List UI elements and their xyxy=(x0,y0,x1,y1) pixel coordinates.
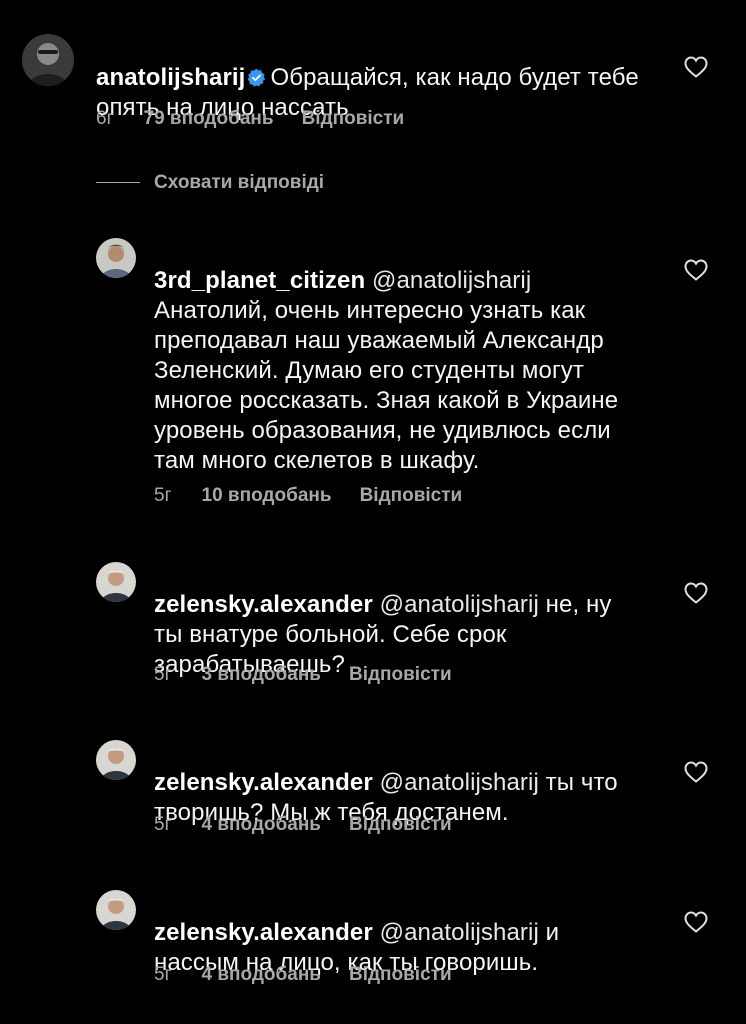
reply-likes[interactable]: 4 вподобань xyxy=(202,814,321,835)
reply-mention[interactable]: @anatolijsharij xyxy=(380,591,539,618)
avatar[interactable] xyxy=(96,740,136,780)
reply-username[interactable]: zelensky.alexander xyxy=(154,769,373,796)
comment-likes[interactable]: 79 вподобань xyxy=(144,108,274,129)
reply-meta: 5г 3 вподобань Відповісти xyxy=(154,664,480,686)
reply-username[interactable]: zelensky.alexander xyxy=(154,919,373,946)
heart-outline-icon[interactable] xyxy=(684,56,708,78)
reply-time[interactable]: 5г xyxy=(154,964,172,985)
reply-mention[interactable]: @anatolijsharij xyxy=(372,267,531,294)
reply-likes[interactable]: 10 вподобань xyxy=(202,485,332,506)
reply-button[interactable]: Відповісти xyxy=(360,485,463,506)
reply-time[interactable]: 5г xyxy=(154,664,172,685)
reply-button[interactable]: Відповісти xyxy=(349,664,452,685)
reply-meta: 5г 10 вподобань Відповісти xyxy=(154,485,490,507)
avatar[interactable] xyxy=(96,562,136,602)
reply-likes[interactable]: 3 вподобань xyxy=(202,664,321,685)
heart-outline-icon[interactable] xyxy=(684,761,708,783)
reply-likes[interactable]: 4 вподобань xyxy=(202,964,321,985)
heart-outline-icon[interactable] xyxy=(684,582,708,604)
reply-mention[interactable]: @anatolijsharij xyxy=(380,919,539,946)
comment-time[interactable]: 6г xyxy=(96,108,114,129)
avatar[interactable] xyxy=(22,34,74,86)
reply-time[interactable]: 5г xyxy=(154,485,172,506)
comment-meta: 6г 79 вподобань Відповісти xyxy=(96,108,432,130)
reply-button[interactable]: Відповісти xyxy=(349,964,452,985)
reply-button[interactable]: Відповісти xyxy=(302,108,405,129)
reply-meta: 5г 4 вподобань Відповісти xyxy=(154,814,480,836)
reply-button[interactable]: Відповісти xyxy=(349,814,452,835)
verified-badge-icon xyxy=(248,68,266,87)
reply-username[interactable]: zelensky.alexander xyxy=(154,591,373,618)
avatar[interactable] xyxy=(96,890,136,930)
heart-outline-icon[interactable] xyxy=(684,911,708,933)
reply-body: Анатолий, очень интересно узнать как пре… xyxy=(154,297,619,474)
divider xyxy=(96,182,140,184)
reply-text-block: 3rd_planet_citizen @anatolijsharij Анато… xyxy=(154,236,634,476)
comment-username[interactable]: anatolijsharij xyxy=(96,64,245,91)
avatar[interactable] xyxy=(96,238,136,278)
heart-outline-icon[interactable] xyxy=(684,259,708,281)
reply-text-block: zelensky.alexander @anatolijsharij не, н… xyxy=(154,560,644,680)
reply-username[interactable]: 3rd_planet_citizen xyxy=(154,267,365,294)
hide-replies-button[interactable]: Сховати відповіді xyxy=(96,172,324,194)
reply-time[interactable]: 5г xyxy=(154,814,172,835)
reply-mention[interactable]: @anatolijsharij xyxy=(380,769,539,796)
hide-replies-label: Сховати відповіді xyxy=(154,172,325,193)
reply-meta: 5г 4 вподобань Відповісти xyxy=(154,964,480,986)
